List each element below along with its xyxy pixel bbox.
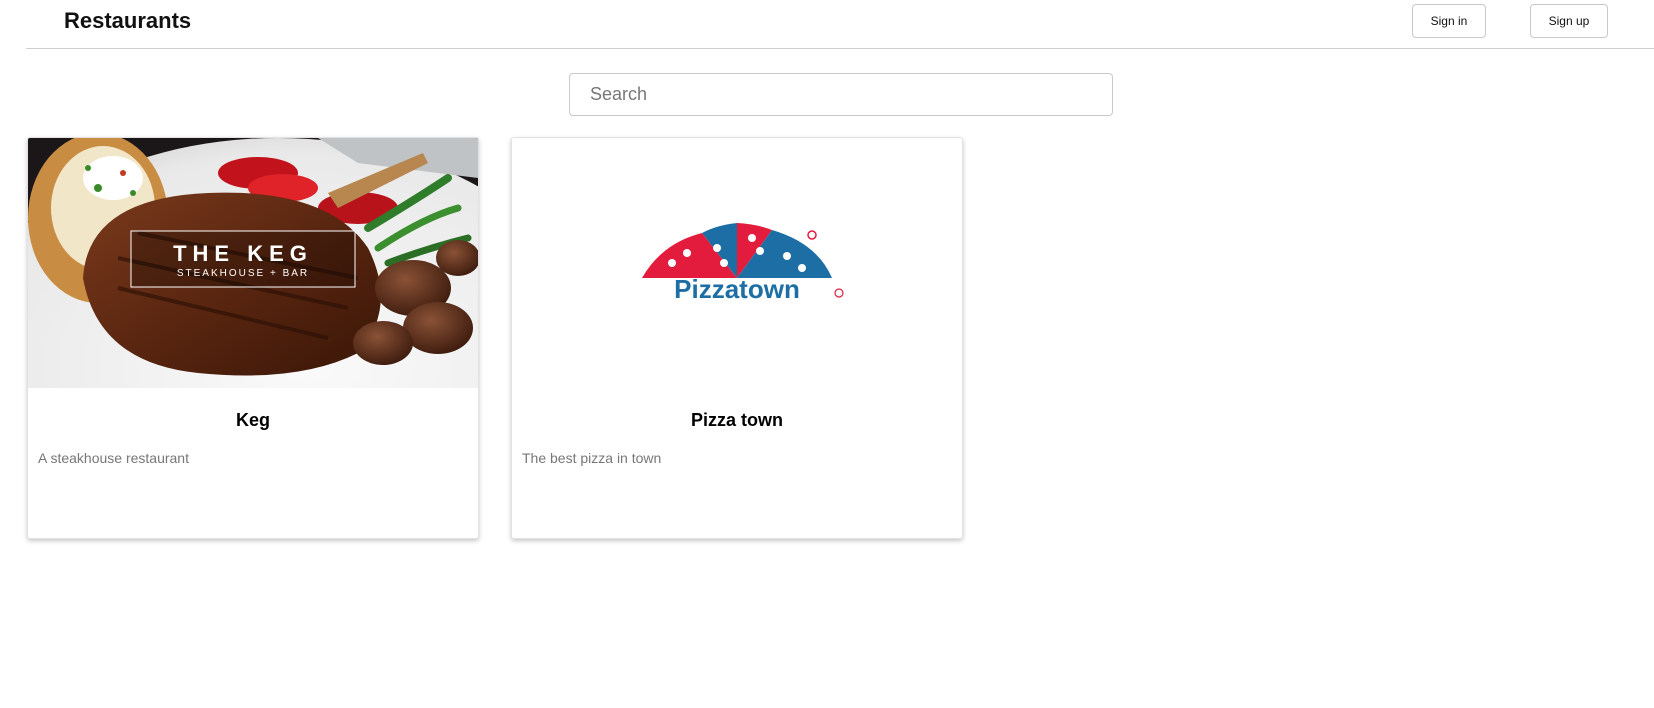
keg-logo-title: THE KEG xyxy=(173,241,313,266)
pizzatown-logo-image: Pizzatown xyxy=(512,138,962,388)
restaurant-name: Pizza town xyxy=(690,410,783,430)
restaurant-description: A steakhouse restaurant xyxy=(38,450,189,466)
search-input[interactable] xyxy=(569,73,1113,116)
app-title: Restaurants xyxy=(64,8,192,33)
sign-in-button[interactable]: Sign in xyxy=(1412,4,1486,38)
pizzatown-logo-text: Pizzatown xyxy=(674,274,800,304)
keg-restaurant-image: THE KEG STEAKHOUSE + BAR xyxy=(28,138,478,388)
keg-logo-subtitle: STEAKHOUSE + BAR xyxy=(177,268,309,279)
restaurant-card-pizza-town[interactable]: Pizzatown Pizza town The best pizza in t… xyxy=(511,137,963,539)
restaurant-name: Keg xyxy=(235,410,270,430)
top-navbar: Restaurants Sign in Sign up xyxy=(26,0,1654,49)
sign-up-button[interactable]: Sign up xyxy=(1530,4,1608,38)
restaurant-card-keg[interactable]: THE KEG STEAKHOUSE + BAR Keg A steakhous… xyxy=(27,137,479,539)
restaurant-description: The best pizza in town xyxy=(522,450,662,466)
